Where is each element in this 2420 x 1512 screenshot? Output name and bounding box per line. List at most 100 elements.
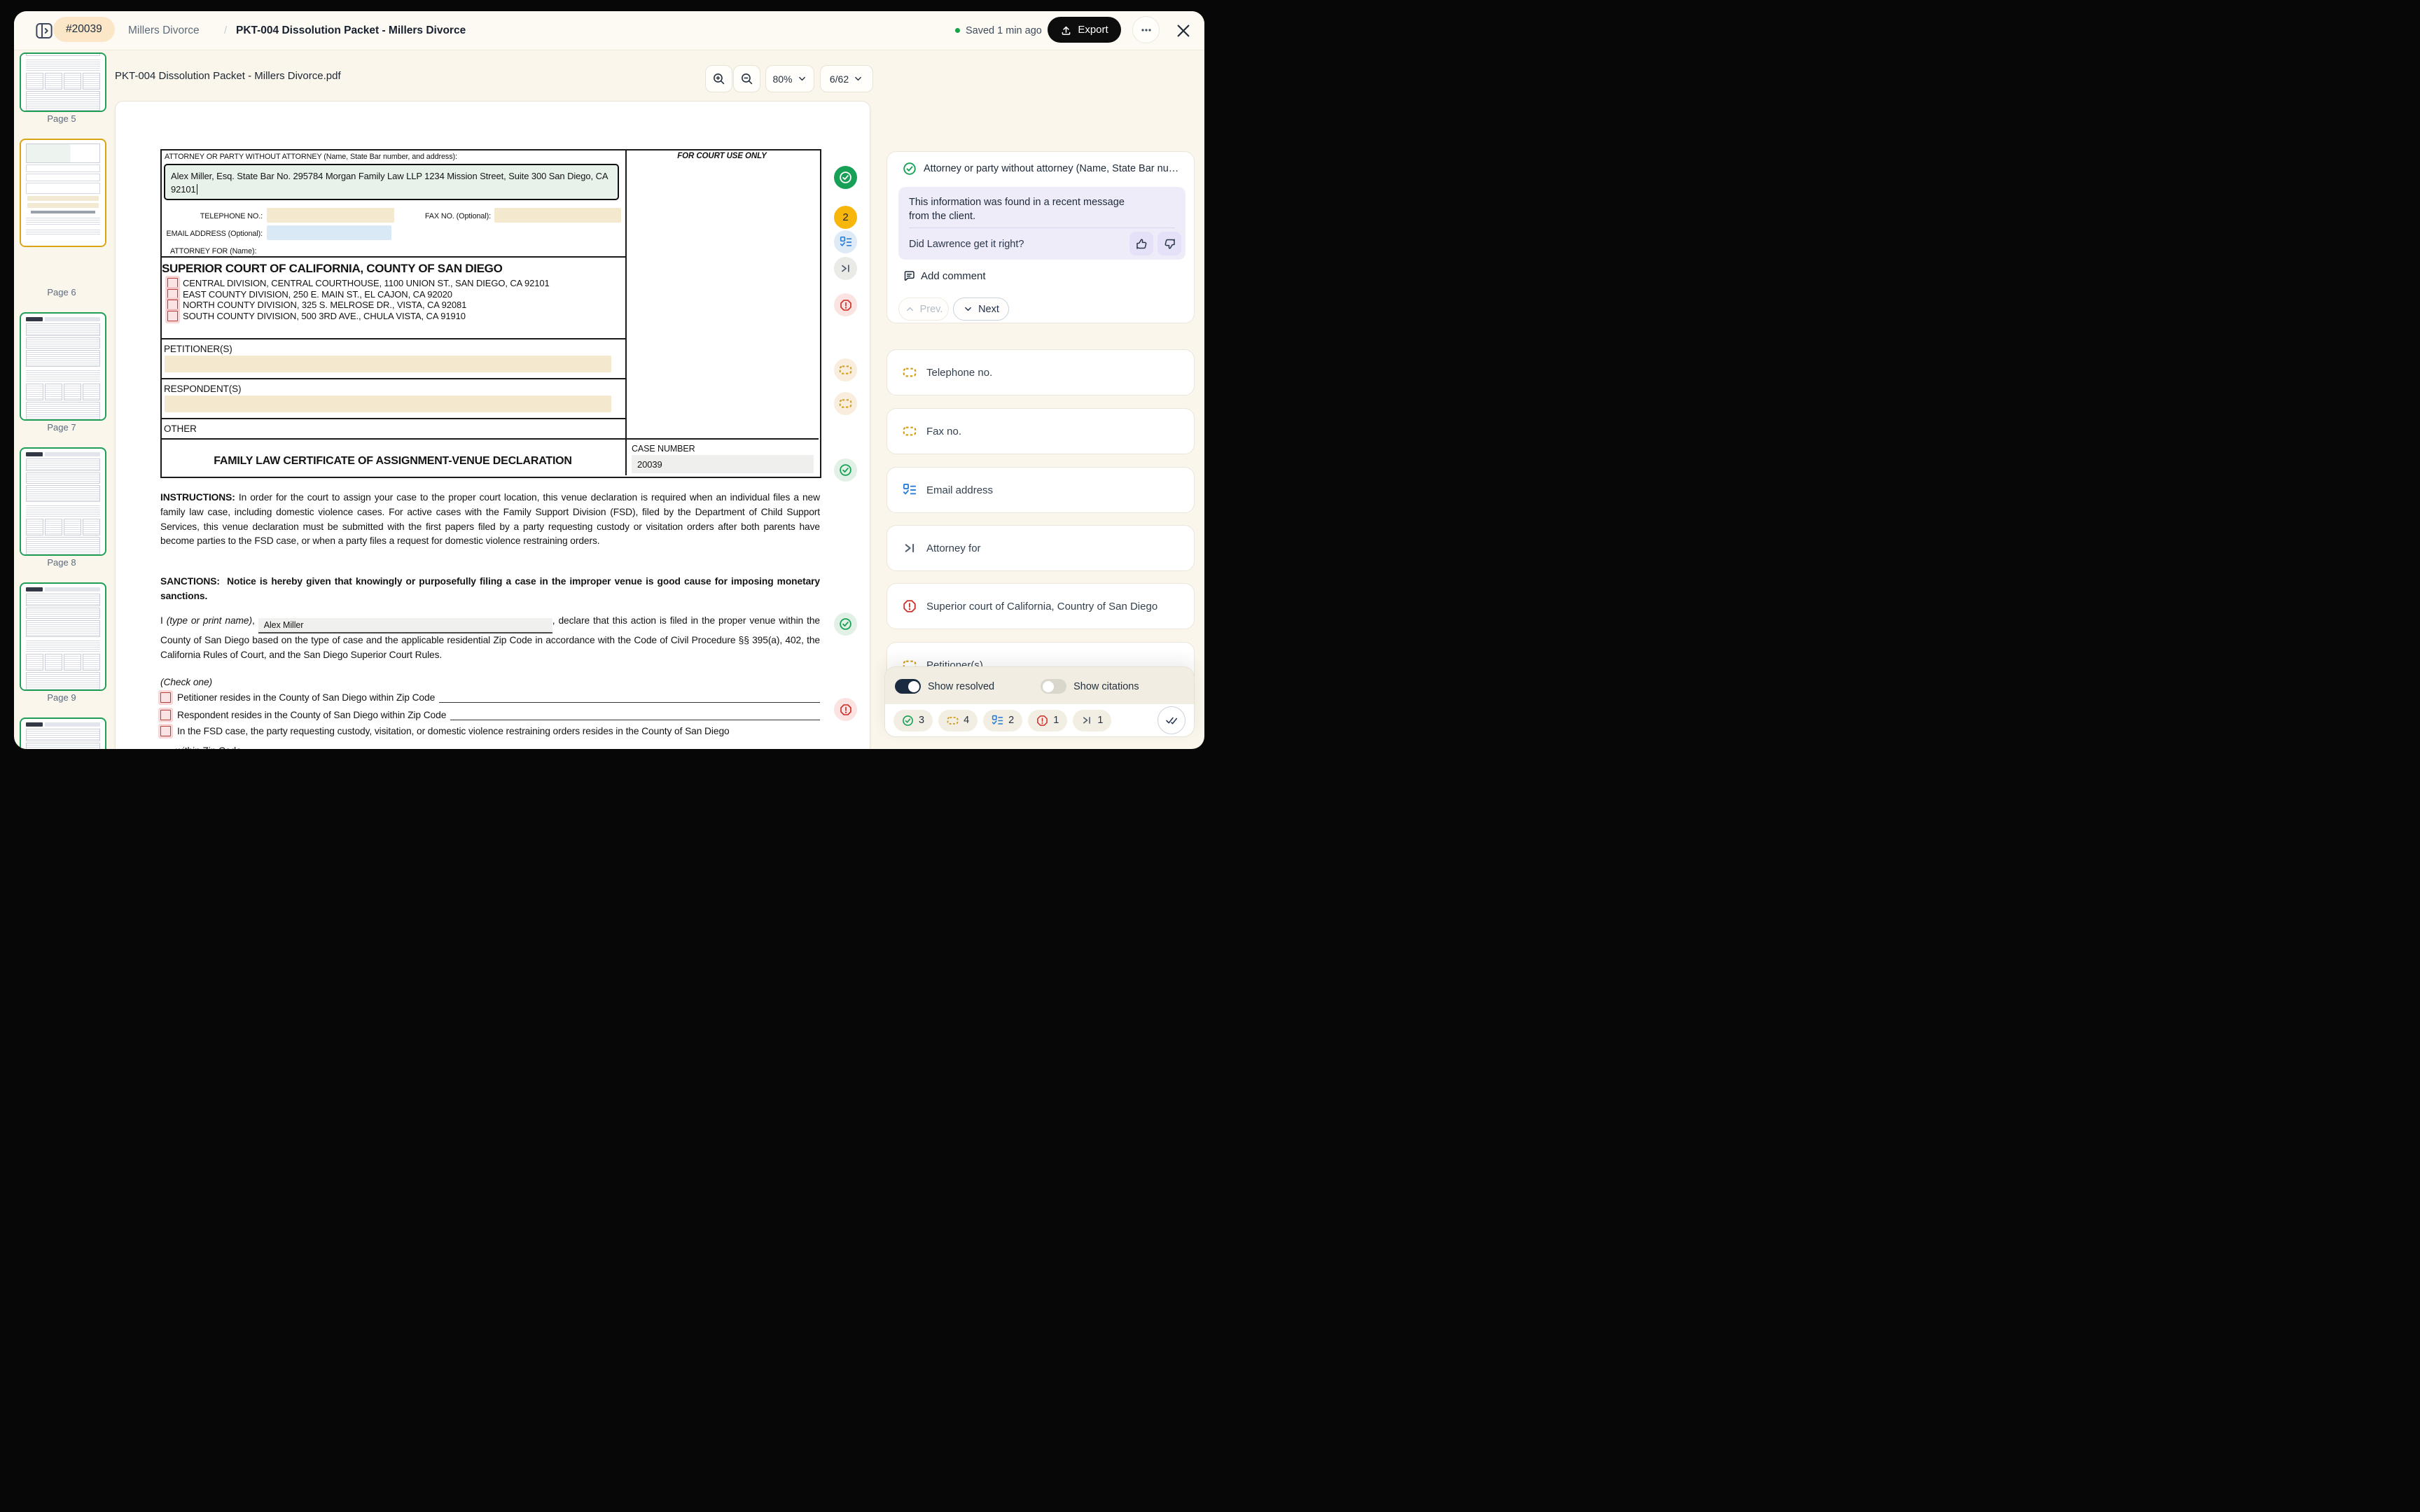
count-checklist[interactable]: 2 [983,710,1022,732]
field-card-fax[interactable]: Fax no. [886,408,1195,454]
count-resolved[interactable]: 3 [893,710,933,732]
field-card-superior-court[interactable]: Superior court of California, Country of… [886,583,1195,629]
fax-input[interactable] [494,208,621,223]
zoom-out-button[interactable] [733,65,760,92]
zip-code-line[interactable] [246,744,820,749]
marker-check[interactable] [834,612,857,636]
marker-skip[interactable] [834,257,857,280]
double-check-icon [1164,713,1178,727]
thumbs-down-button[interactable] [1157,232,1181,255]
division-checkbox[interactable] [167,311,178,321]
check-option-row: In the FSD case, the party requesting cu… [160,726,820,736]
thumbnail-page-9[interactable] [20,582,106,691]
zoom-out-icon [740,72,753,85]
breadcrumb-parent[interactable]: Millers Divorce [128,11,200,50]
petitioner-label: PETITIONER(S) [164,344,232,354]
more-options-button[interactable] [1132,16,1160,43]
email-input[interactable] [267,225,391,240]
field-card-telephone[interactable]: Telephone no. [886,349,1195,396]
check-circle-icon [903,162,917,176]
division-option: EAST COUNTY DIVISION, 250 E. MAIN ST., E… [183,289,452,300]
count-fields[interactable]: 4 [938,710,978,732]
respondent-input[interactable] [165,396,611,412]
zip-code-line[interactable] [450,708,820,720]
marker-field[interactable] [834,392,857,415]
pdf-toolbar: PKT-004 Dissolution Packet - Millers Div… [126,50,1204,102]
check-option-row: Respondent resides in the County of San … [160,708,820,720]
field-icon [903,424,917,438]
collapse-sidebar-icon[interactable] [35,22,53,40]
skip-icon [840,262,851,274]
thumbnail-page-7[interactable] [20,312,106,421]
marker-count[interactable]: 2 [834,206,857,229]
alert-icon [903,599,917,613]
field-card-attorney-for[interactable]: Attorney for [886,525,1195,571]
page-selector-dropdown[interactable]: 6/62 [820,65,873,92]
marker-check[interactable] [834,458,857,482]
court-title: SUPERIOR COURT OF CALIFORNIA, COUNTY OF … [162,262,503,276]
field-icon [947,715,959,727]
thumbs-up-icon [1135,237,1148,251]
chevron-down-icon [963,304,973,314]
thumbnail-page-10[interactable] [20,718,106,749]
zip-code-line[interactable] [439,691,820,703]
thumbs-up-button[interactable] [1129,232,1153,255]
checklist-icon [992,715,1003,727]
alert-icon [840,704,852,716]
sanctions-paragraph: SANCTIONS: Notice is hereby given that k… [160,575,820,604]
declaration-paragraph: I (type or print name), Alex Miller, dec… [160,614,820,663]
ai-explanation-text: This information was found in a recent m… [909,195,1140,223]
option-checkbox[interactable] [160,726,171,736]
pdf-page: FOR COURT USE ONLY ATTORNEY OR PARTY WIT… [115,101,870,749]
field-card-email[interactable]: Email address [886,467,1195,513]
case-number-badge[interactable]: #20039 [53,17,115,42]
checklist-icon [840,236,852,248]
prev-button[interactable]: Prev. [898,298,949,321]
save-status: Saved 1 min ago [955,11,1042,50]
show-resolved-toggle[interactable] [895,679,921,694]
option-checkbox[interactable] [160,692,171,703]
review-footer: Show resolved Show citations 3 4 2 1 1 [884,666,1195,737]
field-icon [903,365,917,379]
marker-alert[interactable] [834,293,857,316]
division-checkbox[interactable] [167,289,178,300]
show-resolved-label: Show resolved [928,681,994,692]
thumbnail-page-6[interactable] [20,139,106,247]
close-button[interactable] [1175,22,1192,39]
petitioner-input[interactable] [165,356,611,372]
comment-field-title: Attorney or party without attorney (Name… [924,163,1183,174]
option-checkbox[interactable] [160,710,171,720]
check-circle-icon [839,171,852,184]
chat-icon [903,270,915,282]
resolve-all-button[interactable] [1157,706,1185,734]
add-comment-button[interactable]: Add comment [903,270,986,282]
marker-check-filled[interactable] [834,166,857,189]
count-alerts[interactable]: 1 [1028,710,1067,732]
division-checkbox[interactable] [167,300,178,310]
next-button[interactable]: Next [953,298,1009,321]
thumbnail-sidebar: Page 5 Page 6 Page 7 [14,50,126,749]
marker-checklist[interactable] [834,230,857,253]
skip-icon [1081,715,1092,726]
marker-field[interactable] [834,358,857,382]
case-number-input[interactable]: 20039 [632,455,814,473]
pdf-filename: PKT-004 Dissolution Packet - Millers Div… [115,50,341,102]
division-checkbox[interactable] [167,278,178,288]
zoom-in-button[interactable] [705,65,732,92]
division-option: SOUTH COUNTY DIVISION, 500 3RD AVE., CHU… [183,311,466,321]
show-citations-toggle[interactable] [1041,679,1066,694]
check-icon [902,715,914,727]
check-circle-icon [839,617,852,631]
zoom-level-dropdown[interactable]: 80% [765,65,814,92]
attorney-input[interactable]: Alex Miller, Esq. State Bar No. 295784 M… [164,164,619,200]
export-button[interactable]: Export [1048,17,1121,43]
thumbnail-page-5[interactable] [20,52,106,112]
ellipsis-icon [1140,24,1153,36]
telephone-input[interactable] [267,208,394,223]
count-skipped[interactable]: 1 [1073,710,1111,732]
thumbnail-label: Page 7 [14,422,109,433]
comment-card: Attorney or party without attorney (Name… [886,151,1195,323]
marker-alert[interactable] [834,698,857,721]
declarant-name-input[interactable]: Alex Miller [258,618,552,634]
thumbnail-page-8[interactable] [20,447,106,556]
